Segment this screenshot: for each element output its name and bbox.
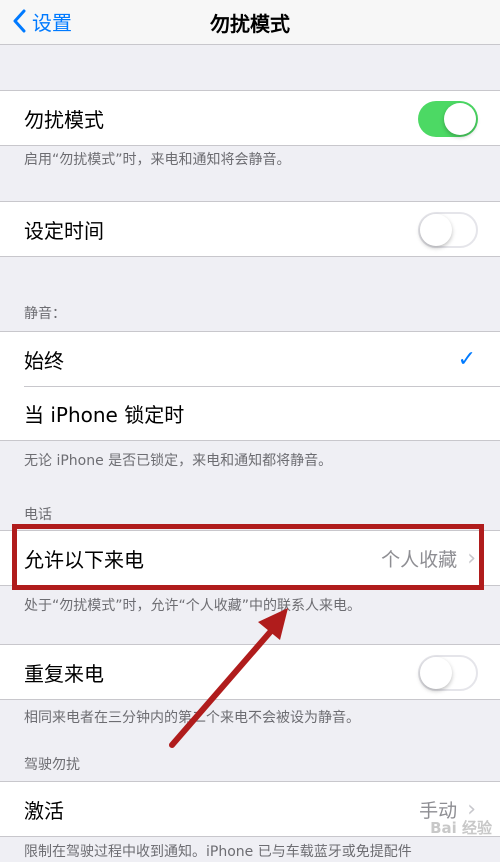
- dnd-group: 勿扰模式: [0, 90, 500, 146]
- driving-group: 激活 手动 ›: [0, 781, 500, 837]
- allow-calls-value: 个人收藏: [381, 548, 458, 571]
- repeated-calls-row: 重复来电: [0, 645, 500, 699]
- dnd-row: 勿扰模式: [0, 91, 500, 145]
- dnd-note: 启用“勿扰模式”时，来电和通知将会静音。: [24, 152, 291, 168]
- checkmark-icon: ✓: [457, 346, 476, 372]
- allow-calls-note: 处于“勿扰模式”时，允许“个人收藏”中的联系人来电。: [24, 598, 362, 614]
- navigation-bar: 设置 勿扰模式: [0, 0, 500, 45]
- scheduled-group: 设定时间: [0, 201, 500, 257]
- scheduled-row: 设定时间: [0, 202, 500, 256]
- dnd-toggle[interactable]: [418, 101, 478, 137]
- allow-calls-row[interactable]: 允许以下来电 个人收藏 ›: [0, 531, 500, 585]
- dnd-label: 勿扰模式: [24, 107, 104, 132]
- option-label: 始终: [24, 348, 64, 373]
- silence-group: 始终 ✓ 当 iPhone 锁定时: [0, 331, 500, 441]
- silence-note: 无论 iPhone 是否已锁定，来电和通知都将静音。: [24, 453, 333, 469]
- driving-header: 驾驶勿扰: [24, 757, 80, 773]
- scheduled-toggle[interactable]: [418, 212, 478, 248]
- silence-option-locked[interactable]: 当 iPhone 锁定时: [0, 386, 500, 440]
- scheduled-label: 设定时间: [24, 218, 104, 243]
- repeated-calls-note: 相同来电者在三分钟内的第二个来电不会被设为静音。: [24, 710, 360, 726]
- silence-header: 静音：: [24, 306, 66, 322]
- watermark: Bai 经验: [430, 819, 492, 837]
- silence-option-always[interactable]: 始终 ✓: [0, 332, 500, 386]
- activate-label: 激活: [24, 798, 64, 823]
- repeated-group: 重复来电: [0, 644, 500, 700]
- phone-header: 电话: [24, 507, 52, 523]
- option-label: 当 iPhone 锁定时: [24, 402, 185, 427]
- toggle-knob: [420, 657, 452, 689]
- toggle-knob: [444, 103, 476, 135]
- phone-group: 允许以下来电 个人收藏 ›: [0, 530, 500, 586]
- activate-row[interactable]: 激活 手动 ›: [0, 782, 500, 836]
- driving-note: 限制在驾驶过程中收到通知。iPhone 已与车载蓝牙或免提配件: [24, 844, 412, 860]
- chevron-right-icon: ›: [467, 545, 476, 571]
- repeated-calls-label: 重复来电: [24, 661, 104, 686]
- page-title: 勿扰模式: [210, 12, 290, 36]
- repeated-calls-toggle[interactable]: [418, 655, 478, 691]
- toggle-knob: [420, 214, 452, 246]
- allow-calls-label: 允许以下来电: [24, 547, 144, 572]
